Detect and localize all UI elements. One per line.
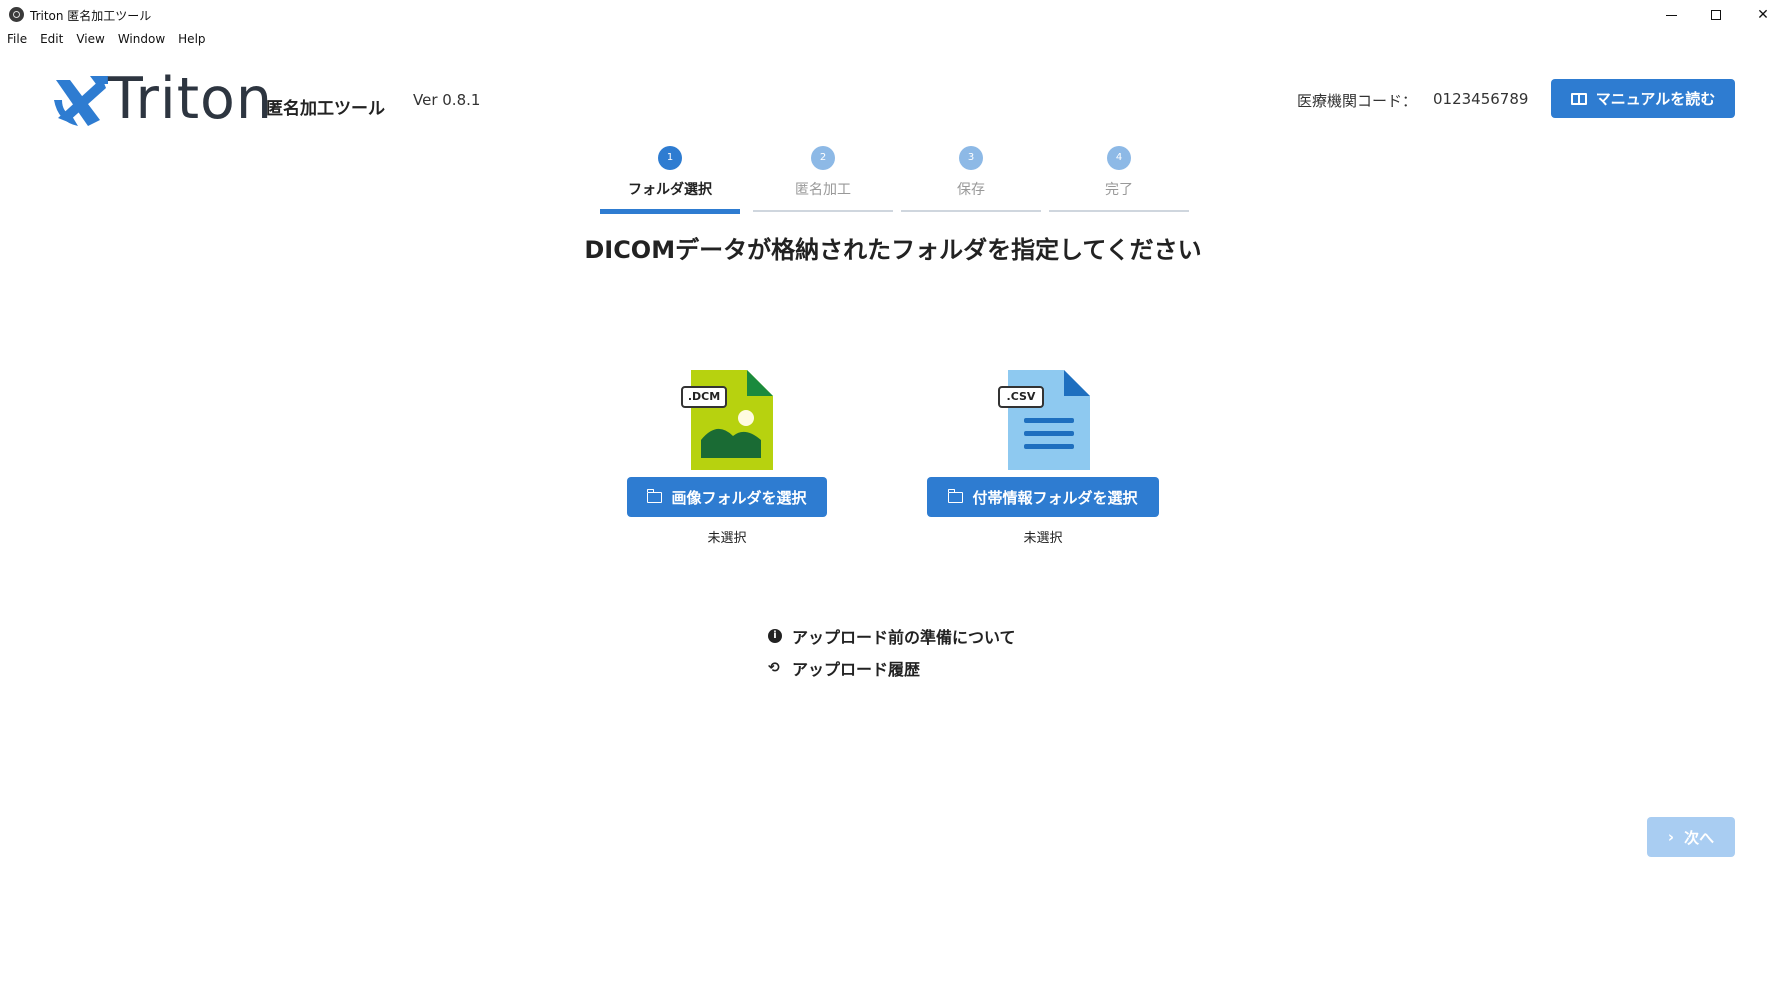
menu-edit[interactable]: Edit — [33, 30, 69, 50]
step-label: 完了 — [1105, 182, 1133, 198]
institution-code-label: 医療機関コード： — [1297, 92, 1418, 110]
info-icon: i — [768, 629, 782, 643]
select-image-folder-label: 画像フォルダを選択 — [671, 488, 807, 507]
step-label: フォルダ選択 — [628, 182, 712, 198]
csv-file-icon: .CSV — [998, 370, 1090, 470]
menu-help[interactable]: Help — [171, 30, 211, 50]
step-label: 匿名加工 — [795, 182, 851, 198]
dcm-file-graphic — [691, 370, 773, 470]
dcm-tag: .DCM — [681, 386, 727, 408]
step-number: 3 — [959, 146, 983, 170]
window-title: Triton 匿名加工ツール — [30, 9, 152, 23]
maximize-icon — [1711, 10, 1721, 20]
step-anonymize: 2 匿名加工 — [753, 146, 893, 216]
image-folder-status: 未選択 — [707, 531, 747, 546]
maximize-button[interactable] — [1693, 0, 1739, 30]
upload-prep-label: アップロード前の準備について — [792, 628, 1016, 647]
menu-window[interactable]: Window — [111, 30, 171, 50]
read-manual-label: マニュアルを読む — [1595, 90, 1716, 108]
select-info-folder-label: 付帯情報フォルダを選択 — [972, 488, 1138, 507]
close-icon: ✕ — [1757, 7, 1769, 23]
version-label: Ver 0.8.1 — [413, 91, 481, 109]
menu-view[interactable]: View — [69, 30, 110, 50]
app-icon — [9, 7, 24, 22]
app-subtitle: 匿名加工ツール — [266, 99, 385, 119]
select-image-folder-button[interactable]: 画像フォルダを選択 — [627, 477, 827, 517]
history-icon: ⟲ — [768, 660, 780, 676]
triton-logo: Triton — [50, 66, 272, 132]
triton-logo-icon — [54, 76, 108, 126]
window-titlebar: Triton 匿名加工ツール ✕ — [0, 0, 1786, 30]
step-number: 4 — [1107, 146, 1131, 170]
select-info-folder-button[interactable]: 付帯情報フォルダを選択 — [927, 477, 1159, 517]
book-icon — [1570, 92, 1587, 105]
step-complete: 4 完了 — [1049, 146, 1189, 216]
csv-file-graphic — [1008, 370, 1090, 470]
institution-code-value: 0123456789 — [1433, 90, 1529, 108]
step-save: 3 保存 — [901, 146, 1041, 216]
minimize-button[interactable] — [1648, 0, 1694, 30]
upload-history-label: アップロード履歴 — [792, 660, 921, 679]
upload-history-link[interactable]: ⟲ アップロード履歴 — [768, 656, 920, 680]
minimize-icon — [1665, 14, 1677, 16]
folder-icon — [947, 488, 964, 503]
dcm-file-icon: .DCM — [681, 370, 773, 470]
step-indicator-bar — [753, 210, 893, 212]
logo-text: Triton — [108, 66, 274, 132]
close-button[interactable]: ✕ — [1740, 0, 1786, 30]
step-number: 1 — [658, 146, 682, 170]
upload-prep-link[interactable]: i アップロード前の準備について — [768, 624, 1016, 648]
step-indicator-bar — [1049, 210, 1189, 212]
step-indicator-bar — [600, 209, 740, 214]
step-number: 2 — [811, 146, 835, 170]
menu-bar: File Edit View Window Help — [0, 30, 212, 50]
menu-file[interactable]: File — [0, 30, 33, 50]
next-label: 次へ — [1684, 828, 1715, 847]
progress-stepper: 1 フォルダ選択 2 匿名加工 3 保存 4 完了 — [600, 146, 1190, 216]
info-folder-status: 未選択 — [1023, 531, 1063, 546]
step-label: 保存 — [957, 182, 985, 198]
read-manual-button[interactable]: マニュアルを読む — [1551, 79, 1735, 118]
folder-icon — [646, 488, 663, 503]
csv-tag: .CSV — [998, 386, 1044, 408]
page-heading: DICOMデータが格納されたフォルダを指定してください — [584, 236, 1202, 264]
step-folder-select: 1 フォルダ選択 — [600, 146, 740, 216]
next-button[interactable]: › 次へ — [1647, 817, 1735, 857]
step-indicator-bar — [901, 210, 1041, 212]
chevron-right-icon: › — [1667, 828, 1675, 846]
